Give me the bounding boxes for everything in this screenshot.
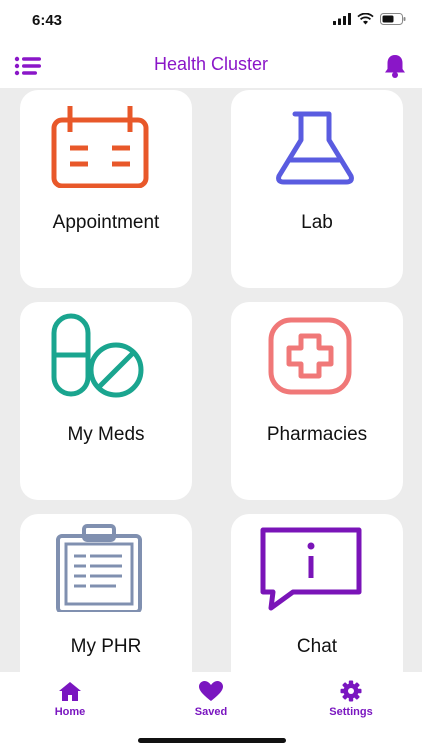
- chat-label: Chat: [296, 636, 338, 657]
- notifications-button[interactable]: [382, 53, 408, 79]
- cellular-signal-icon: [333, 13, 351, 25]
- heart-icon: [199, 681, 223, 701]
- appointment-card[interactable]: Appointment: [20, 90, 192, 288]
- status-icons: [333, 13, 406, 25]
- bell-icon: [385, 55, 405, 78]
- my-meds-card[interactable]: My Meds: [20, 302, 192, 500]
- home-icon: [59, 682, 81, 701]
- pills-icon: [51, 313, 144, 398]
- lab-label: Lab: [301, 212, 333, 233]
- tab-settings-label: Settings: [329, 706, 373, 718]
- tab-home-label: Home: [54, 706, 86, 718]
- appointment-label: Appointment: [52, 212, 160, 233]
- my-meds-label: My Meds: [67, 424, 145, 445]
- my-phr-card[interactable]: My PHR: [20, 514, 192, 672]
- app-header: Health Cluster: [0, 44, 422, 88]
- chat-card[interactable]: Chat: [231, 514, 403, 672]
- tab-saved-label: Saved: [194, 706, 228, 718]
- page-title: Health Cluster: [153, 54, 269, 74]
- status-bar: 6:43: [0, 0, 422, 44]
- clipboard-icon: [56, 524, 142, 612]
- home-indicator: [138, 738, 286, 743]
- pharmacies-card[interactable]: Pharmacies: [231, 302, 403, 500]
- tab-home[interactable]: Home: [20, 680, 120, 730]
- tab-settings[interactable]: Settings: [301, 680, 401, 730]
- pharmacies-label: Pharmacies: [266, 424, 368, 445]
- battery-icon: [380, 13, 406, 25]
- tab-saved[interactable]: Saved: [161, 680, 261, 730]
- lab-card[interactable]: Lab: [231, 90, 403, 288]
- info-chat-icon: [260, 527, 362, 611]
- calendar-icon: [51, 106, 149, 188]
- medical-cross-icon: [268, 317, 352, 395]
- flask-icon: [276, 111, 354, 185]
- wifi-icon: [357, 13, 374, 25]
- my-phr-label: My PHR: [70, 636, 142, 657]
- services-grid: Appointment Lab My Meds Pharmacies My PH…: [0, 90, 422, 672]
- status-time: 6:43: [32, 12, 63, 29]
- gear-icon: [340, 680, 362, 702]
